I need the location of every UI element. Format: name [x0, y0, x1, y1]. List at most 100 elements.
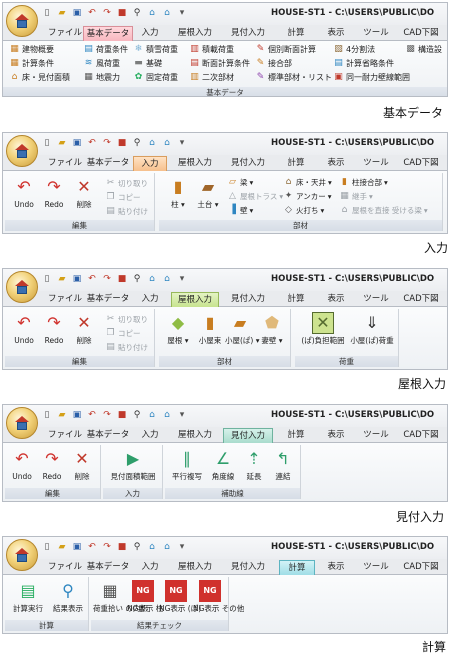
tab-kihon-data[interactable]: 基本データ	[85, 560, 131, 575]
new-file-icon[interactable]: ▯	[41, 137, 53, 149]
hari-button[interactable]: ▱ 梁 ▾	[227, 176, 253, 188]
screen-icon[interactable]: ■	[116, 541, 128, 553]
btn-danmen-joken[interactable]: ▤ 断面計算条件	[189, 58, 250, 69]
kaju-hiroi-button[interactable]: ▦ 荷重拾い の内訳	[93, 580, 148, 614]
btn-kaju-joken[interactable]: ▤ 荷重条件	[83, 44, 128, 55]
btn-shoryaku[interactable]: ▤ 計算省略条件	[333, 58, 394, 69]
dropdown-icon[interactable]: ▾	[176, 137, 188, 149]
tab-hyoji[interactable]: 表示	[321, 292, 351, 307]
heiko-fukusha-button[interactable]: ∥ 平行複写	[169, 448, 205, 482]
tab-cad[interactable]: CAD下図	[399, 26, 443, 41]
encho-button[interactable]: ⇡ 延長	[241, 448, 267, 482]
btn-tatemono-gaiyo[interactable]: ▦ 建物概要	[9, 44, 54, 55]
tab-cad[interactable]: CAD下図	[399, 156, 443, 171]
redo-icon[interactable]: ↷	[101, 273, 113, 285]
cut-button[interactable]: ✂ 切り取り	[105, 177, 148, 189]
btn-keisan-joken[interactable]: ▦ 計算条件	[9, 58, 54, 69]
undo-button[interactable]: ↶ Undo	[7, 448, 37, 482]
search-icon[interactable]: ⚲	[131, 7, 143, 19]
new-file-icon[interactable]: ▯	[41, 541, 53, 553]
hashira-button[interactable]: ▮ 柱 ▾	[163, 176, 193, 210]
redo-icon[interactable]: ↷	[101, 541, 113, 553]
undo-icon[interactable]: ↶	[86, 273, 98, 285]
screen-icon[interactable]: ■	[116, 137, 128, 149]
btn-kozo-settei[interactable]: ▩ 構造設	[405, 44, 442, 55]
undo-icon[interactable]: ↶	[86, 137, 98, 149]
redo-icon[interactable]: ↷	[101, 409, 113, 421]
dropdown-icon[interactable]: ▾	[176, 273, 188, 285]
tab-keisan[interactable]: 計算	[281, 292, 311, 307]
tab-nyuryoku[interactable]: 入力	[133, 156, 167, 171]
btn-sekisetsu[interactable]: ❄ 積雪荷重	[133, 44, 178, 55]
save-icon[interactable]: ▣	[71, 7, 83, 19]
tab-kihon-data[interactable]: 基本データ	[85, 292, 131, 307]
tab-tool[interactable]: ツール	[361, 292, 391, 307]
tab-mitsuke[interactable]: 見付入力	[225, 560, 271, 575]
undo-icon[interactable]: ↶	[86, 7, 98, 19]
mitsuke-range-button[interactable]: ▶ 見付面積範囲	[107, 448, 159, 482]
tab-tool[interactable]: ツール	[361, 26, 391, 41]
screen-icon[interactable]: ■	[116, 7, 128, 19]
house-icon[interactable]: ⌂	[146, 7, 158, 19]
kakudo-sen-button[interactable]: ∠ 角度線	[207, 448, 239, 482]
tab-cad[interactable]: CAD下図	[399, 292, 443, 307]
tab-file[interactable]: ファイル	[47, 428, 83, 443]
yane-chokusetsu-button[interactable]: ⌂ 屋根を直接 受ける梁 ▾	[339, 204, 428, 216]
tab-nyuryoku[interactable]: 入力	[135, 428, 165, 443]
redo-icon[interactable]: ↷	[101, 137, 113, 149]
house-search-icon[interactable]: ⌂	[161, 273, 173, 285]
save-icon[interactable]: ▣	[71, 409, 83, 421]
redo-button[interactable]: ↷ Redo	[39, 176, 69, 210]
yane-button[interactable]: ◆ 屋根 ▾	[163, 312, 193, 346]
btn-setsugo[interactable]: ✎ 接合部	[255, 58, 292, 69]
tab-file[interactable]: ファイル	[47, 560, 83, 575]
tab-mitsuke[interactable]: 見付入力	[225, 156, 271, 171]
hashira-setsugo-button[interactable]: ▮ 柱接合部 ▾	[339, 176, 388, 188]
search-icon[interactable]: ⚲	[131, 273, 143, 285]
tab-hyoji[interactable]: 表示	[321, 26, 351, 41]
tab-yane[interactable]: 屋根入力	[173, 156, 217, 171]
renketsu-button[interactable]: ↰ 連結	[269, 448, 297, 482]
undo-button[interactable]: ↶ Undo	[9, 312, 39, 346]
btn-4bunkatsu[interactable]: ▧ 4分割法	[333, 44, 375, 55]
house-icon[interactable]: ⌂	[146, 409, 158, 421]
screen-icon[interactable]: ■	[116, 409, 128, 421]
tab-file[interactable]: ファイル	[47, 26, 83, 41]
open-folder-icon[interactable]: ▰	[56, 137, 68, 149]
house-search-icon[interactable]: ⌂	[161, 137, 173, 149]
koyazuka-button[interactable]: ▮ 小屋束	[195, 312, 225, 346]
dodai-button[interactable]: ▰ 土台 ▾	[193, 176, 223, 210]
search-icon[interactable]: ⚲	[131, 541, 143, 553]
tab-file[interactable]: ファイル	[47, 156, 83, 171]
tab-yane[interactable]: 屋根入力	[173, 428, 217, 443]
anchor-button[interactable]: ✦ アンカー ▾	[283, 190, 332, 202]
app-menu-orb[interactable]	[6, 5, 38, 37]
tab-keisan[interactable]: 計算	[279, 560, 315, 575]
tab-hyoji[interactable]: 表示	[321, 560, 351, 575]
hiuchi-button[interactable]: ◇ 火打ち ▾	[283, 204, 324, 216]
tab-keisan[interactable]: 計算	[281, 156, 311, 171]
save-icon[interactable]: ▣	[71, 541, 83, 553]
btn-sekisai[interactable]: ▥ 積載荷重	[189, 44, 234, 55]
app-menu-orb[interactable]	[6, 271, 38, 303]
btn-kiso[interactable]: ▬ 基礎	[133, 58, 162, 69]
yane-truss-button[interactable]: △ 屋根トラス ▾	[227, 190, 283, 202]
open-folder-icon[interactable]: ▰	[56, 7, 68, 19]
house-search-icon[interactable]: ⌂	[161, 7, 173, 19]
app-menu-orb[interactable]	[6, 135, 38, 167]
screen-icon[interactable]: ■	[116, 273, 128, 285]
btn-niji-buzai[interactable]: ▥ 二次部材	[189, 72, 234, 83]
house-search-icon[interactable]: ⌂	[161, 409, 173, 421]
tab-keisan[interactable]: 計算	[281, 26, 311, 41]
hari-futan-button[interactable]: ✕ (ぱ)負担範囲	[301, 312, 345, 345]
copy-button[interactable]: ❐ コピー	[105, 327, 140, 339]
open-folder-icon[interactable]: ▰	[56, 541, 68, 553]
paste-button[interactable]: ▤ 貼り付け	[105, 205, 148, 217]
dropdown-icon[interactable]: ▾	[176, 409, 188, 421]
search-icon[interactable]: ⚲	[131, 409, 143, 421]
new-file-icon[interactable]: ▯	[41, 273, 53, 285]
open-folder-icon[interactable]: ▰	[56, 409, 68, 421]
new-file-icon[interactable]: ▯	[41, 7, 53, 19]
house-search-icon[interactable]: ⌂	[161, 541, 173, 553]
tab-nyuryoku[interactable]: 入力	[135, 560, 165, 575]
